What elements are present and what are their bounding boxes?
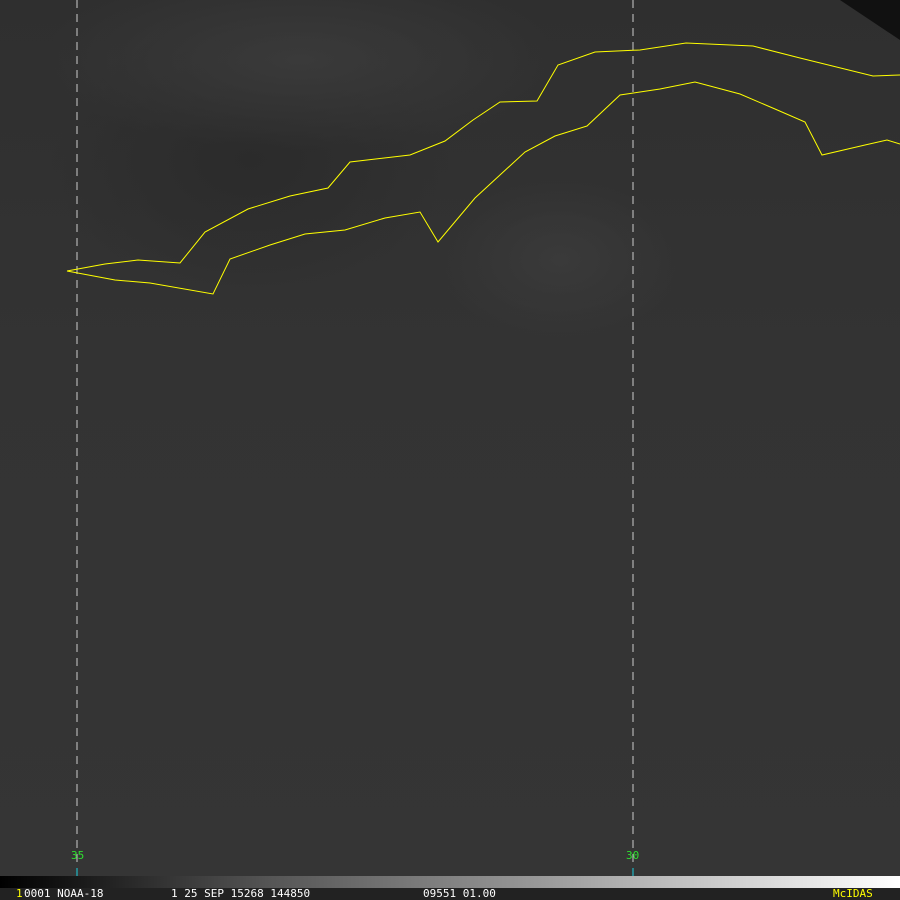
longitude-label-30: 30 bbox=[626, 849, 640, 862]
coastline-upper bbox=[66, 42, 900, 272]
map-overlay bbox=[66, 0, 900, 876]
satellite-image-display: 35 30 1 0001 NOAA-18 1 25 SEP 15268 1448… bbox=[0, 0, 900, 900]
date-time-label: 1 25 SEP 15268 144850 bbox=[171, 887, 311, 900]
status-bar: 1 0001 NOAA-18 1 25 SEP 15268 144850 095… bbox=[0, 888, 900, 900]
station-label: 0001 NOAA-18 bbox=[24, 887, 104, 900]
extra-info-label: 09551 01.00 bbox=[423, 887, 496, 900]
longitude-label-35: 35 bbox=[71, 849, 85, 862]
mcidas-brand: McIDAS bbox=[833, 887, 873, 900]
coastline-lower bbox=[66, 81, 900, 295]
frame-number: 1 bbox=[16, 887, 23, 900]
